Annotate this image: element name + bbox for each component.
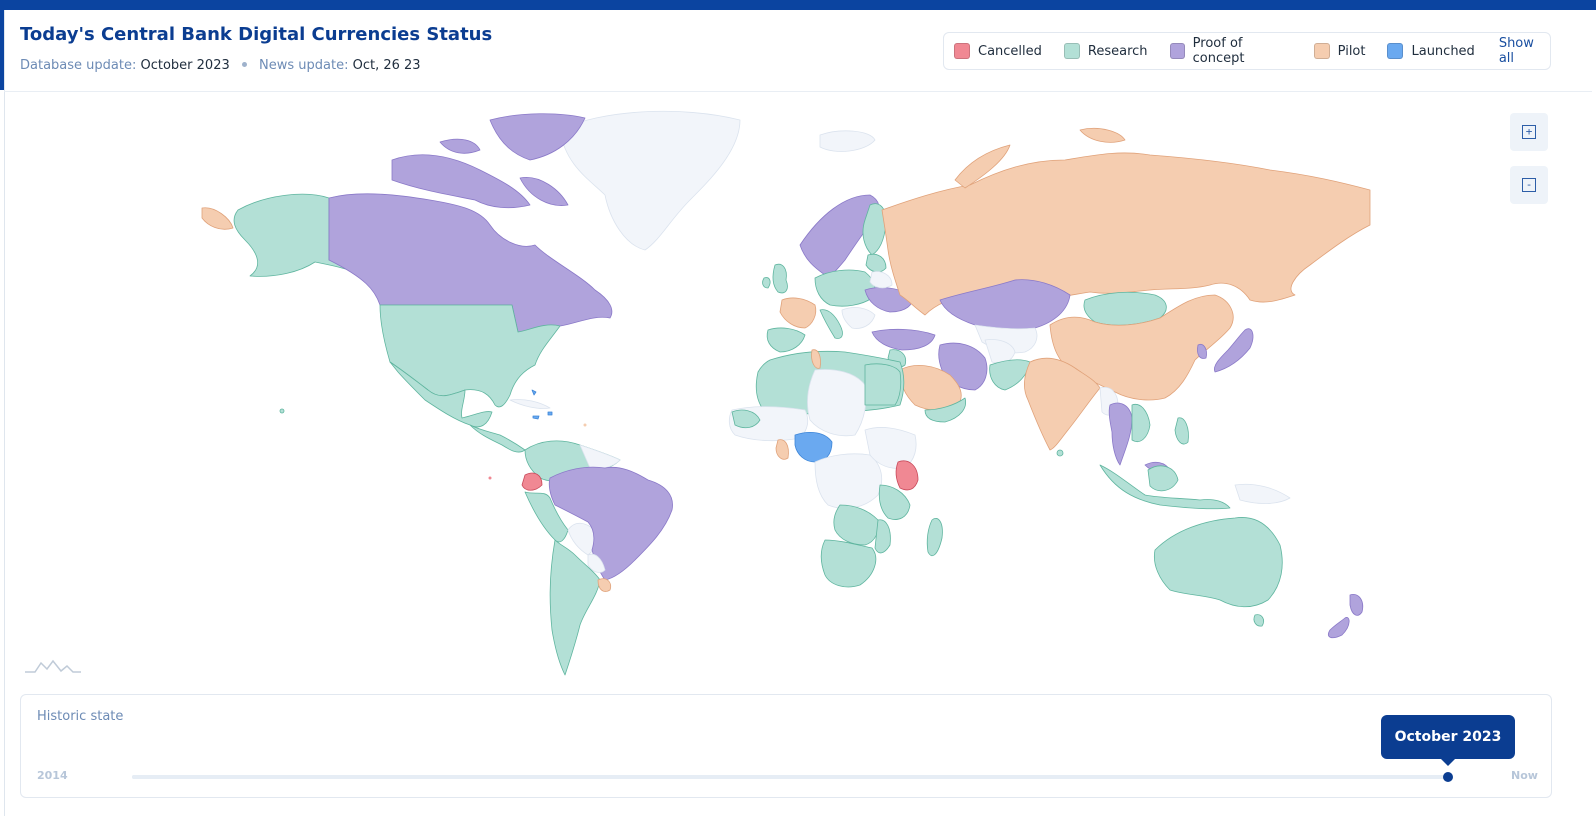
region-uk[interactable] <box>772 263 788 294</box>
region-thailand[interactable] <box>1108 402 1133 466</box>
region-borneo[interactable] <box>1147 465 1179 492</box>
legend-label: Cancelled <box>978 43 1042 59</box>
legend-item-pilot[interactable]: Pilot <box>1313 43 1366 59</box>
region-russia[interactable] <box>881 152 1371 316</box>
region-southern-africa-mid[interactable] <box>833 504 879 546</box>
region-central-europe[interactable] <box>814 269 876 307</box>
legend-label: Pilot <box>1337 43 1366 59</box>
region-libya-chad[interactable] <box>807 369 867 437</box>
launched-swatch <box>1387 43 1404 59</box>
proof-of-concept-swatch <box>1169 43 1185 59</box>
zoom-in-button[interactable]: + <box>1510 113 1548 151</box>
legend-item-research[interactable]: Research <box>1063 43 1148 59</box>
region-new-zealand-south[interactable] <box>1327 617 1350 639</box>
region-france[interactable] <box>779 297 817 329</box>
region-russia-islands[interactable] <box>1079 127 1126 143</box>
legend-label: Launched <box>1411 43 1475 59</box>
region-australia[interactable] <box>1153 517 1283 608</box>
region-tasmania[interactable] <box>1253 614 1264 627</box>
region-chukotka-tip[interactable] <box>201 207 234 230</box>
legend-item-launched[interactable]: Launched <box>1387 43 1475 59</box>
region-iceland[interactable] <box>819 130 876 152</box>
timeline-end-label: Now <box>1511 769 1538 782</box>
pilot-swatch <box>1313 43 1330 59</box>
news-update-value: Oct, 26 23 <box>352 58 421 73</box>
database-update-value: October 2023 <box>140 58 230 73</box>
region-sri-lanka[interactable] <box>1056 449 1064 457</box>
region-kenya[interactable] <box>895 460 919 491</box>
region-philippines[interactable] <box>1174 417 1189 445</box>
database-update-label: Database update: <box>20 58 137 73</box>
timeline-handle[interactable] <box>1443 772 1453 782</box>
page-title: Today's Central Bank Digital Currencies … <box>20 24 493 45</box>
region-central-africa[interactable] <box>814 453 883 509</box>
timeline-tooltip: October 2023 <box>1381 715 1515 766</box>
region-balkans[interactable] <box>841 307 876 329</box>
region-turkey[interactable] <box>871 328 936 351</box>
region-uruguay[interactable] <box>597 578 612 592</box>
region-vietnam-laos[interactable] <box>1131 403 1151 442</box>
legend-label: Proof of concept <box>1192 36 1245 66</box>
zoom-in-icon: + <box>1522 125 1536 139</box>
region-bahamas[interactable] <box>531 389 537 396</box>
zoom-out-button[interactable]: - <box>1510 166 1548 204</box>
region-galapagos[interactable] <box>488 476 492 480</box>
region-madagascar[interactable] <box>926 518 943 556</box>
region-south-africa[interactable] <box>820 539 877 588</box>
region-canada-islands-2[interactable] <box>439 138 481 154</box>
region-eastern-caribbean[interactable] <box>547 411 553 416</box>
top-accent-bar <box>0 0 1596 10</box>
region-antigua[interactable] <box>583 423 587 427</box>
region-papua[interactable] <box>1234 483 1291 504</box>
news-update-label: News update: <box>259 58 349 73</box>
timeline-track[interactable] <box>132 775 1448 779</box>
research-swatch <box>1063 43 1080 59</box>
historic-state-title: Historic state <box>37 709 124 724</box>
region-baltics[interactable] <box>865 253 887 273</box>
region-greenland[interactable] <box>559 110 741 251</box>
update-info: Database update: October 2023 News updat… <box>20 58 421 73</box>
cancelled-swatch <box>954 43 970 59</box>
timeline-start-label: 2014 <box>37 769 68 782</box>
region-pakistan[interactable] <box>989 359 1031 391</box>
region-jamaica[interactable] <box>532 415 540 420</box>
region-ecuador[interactable] <box>521 472 543 491</box>
region-belarus[interactable] <box>869 271 893 289</box>
historic-state-panel: Historic state 2014 Now October 2023 <box>20 694 1552 798</box>
region-hawaii[interactable] <box>279 408 285 414</box>
legend: Cancelled Research Proof of concept Pilo… <box>943 32 1551 70</box>
separator-dot <box>241 62 247 67</box>
region-mozambique[interactable] <box>874 519 891 554</box>
legend-item-cancelled[interactable]: Cancelled <box>954 43 1042 59</box>
show-all-link[interactable]: Show all <box>1499 36 1550 66</box>
region-ghana[interactable] <box>775 439 789 460</box>
world-map <box>201 110 1371 676</box>
timeline-fill <box>132 775 1448 779</box>
region-ireland[interactable] <box>762 277 771 289</box>
region-italy[interactable] <box>819 309 843 339</box>
legend-item-proof-of-concept[interactable]: Proof of concept <box>1169 36 1292 66</box>
map-logo-icon <box>25 659 81 673</box>
region-new-zealand[interactable] <box>1349 593 1364 616</box>
legend-label: Research <box>1087 43 1148 59</box>
zoom-out-icon: - <box>1522 178 1536 192</box>
region-egypt[interactable] <box>864 363 902 406</box>
region-iberia[interactable] <box>766 327 806 353</box>
region-cuba[interactable] <box>509 399 551 409</box>
region-central-america[interactable] <box>469 424 526 453</box>
